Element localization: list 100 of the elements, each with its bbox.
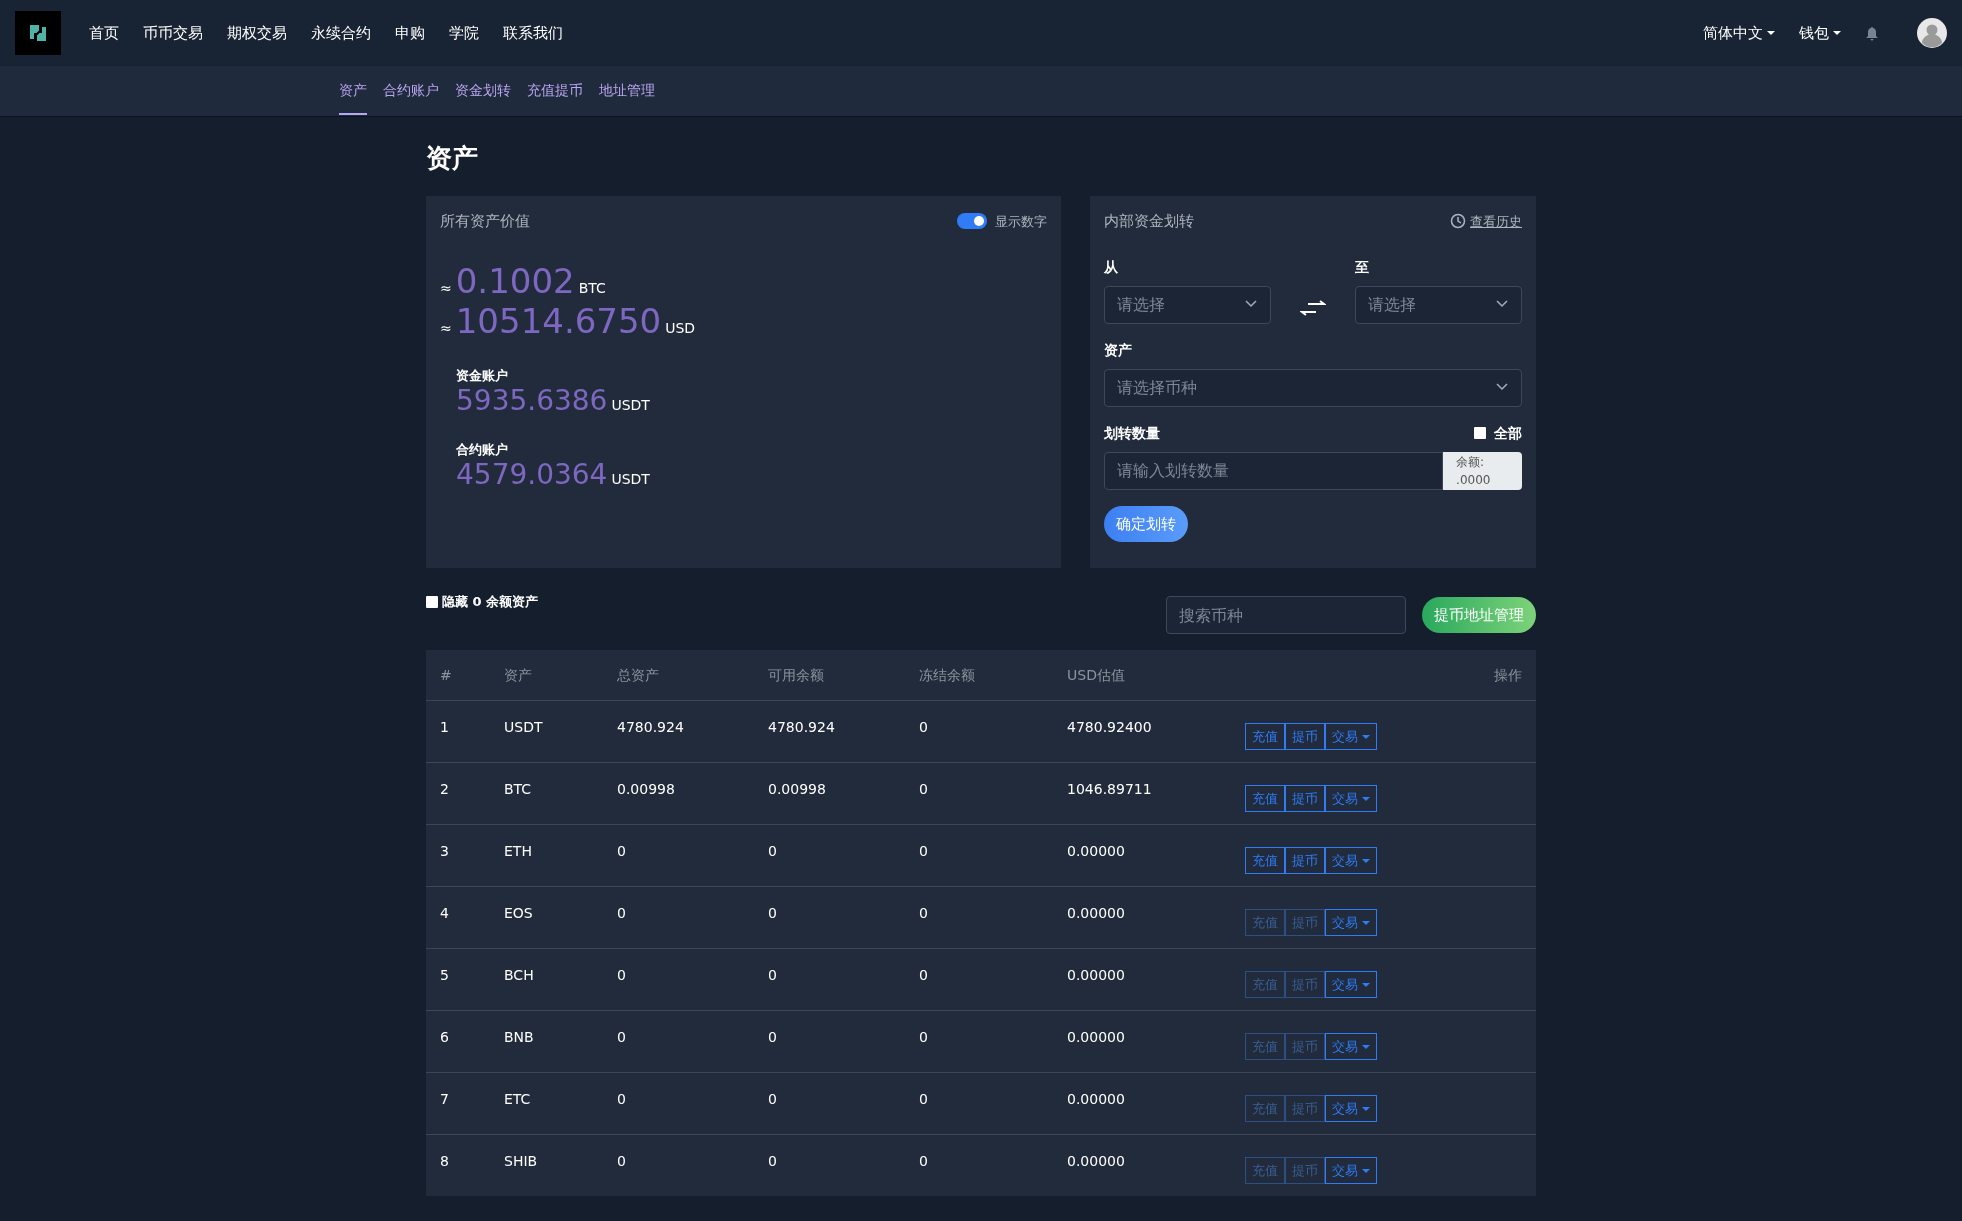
- table-cell: 0.00000: [1067, 905, 1125, 921]
- withdraw-button[interactable]: 提币: [1285, 722, 1325, 751]
- hide-zero-checkbox[interactable]: [426, 595, 438, 608]
- unit-label: USDT: [611, 469, 650, 489]
- trade-dropdown[interactable]: 交易: [1325, 1156, 1377, 1185]
- table-cell: 0: [768, 1153, 777, 1169]
- panel-title: 内部资金划转: [1104, 211, 1194, 232]
- column-header: 可用余额: [768, 666, 824, 683]
- table-cell: 0: [919, 967, 928, 983]
- field-label: 至: [1355, 257, 1370, 277]
- total-value: 10514.6750: [455, 301, 662, 343]
- table-cell: 0: [617, 1153, 626, 1169]
- table-cell: ETH: [504, 843, 532, 859]
- logo-icon[interactable]: [15, 11, 61, 55]
- nav-link[interactable]: 期权交易: [227, 21, 287, 45]
- account-value: 4579.0364: [456, 459, 608, 491]
- confirm-transfer-button[interactable]: 确定划转: [1104, 505, 1188, 542]
- table-cell: 0.00998: [617, 781, 675, 797]
- table-cell: 0: [617, 967, 626, 983]
- address-management-button[interactable]: 提币地址管理: [1422, 596, 1536, 634]
- column-header: 操作: [1494, 666, 1522, 683]
- unit-label: USDT: [611, 395, 650, 415]
- trade-dropdown[interactable]: 交易: [1325, 908, 1377, 937]
- table-cell: 0: [919, 905, 928, 921]
- table-cell: 0: [617, 1029, 626, 1045]
- column-header: USD估值: [1067, 666, 1125, 683]
- asset-select[interactable]: 请选择币种: [1104, 368, 1522, 407]
- table-cell: 1: [440, 719, 449, 735]
- table-cell: 0: [919, 1091, 928, 1107]
- panel-title: 所有资产价值: [440, 211, 530, 232]
- subnav-tab[interactable]: 资金划转: [455, 66, 511, 115]
- page-title: 资产: [426, 142, 479, 175]
- trade-dropdown[interactable]: 交易: [1325, 1032, 1377, 1061]
- balance-label: 余额: .0000: [1443, 451, 1522, 490]
- table-cell: 8: [440, 1153, 449, 1169]
- trade-dropdown[interactable]: 交易: [1325, 722, 1377, 751]
- account-label: 资金账户: [456, 367, 509, 386]
- table-cell: SHIB: [504, 1153, 538, 1169]
- table-cell: ETC: [504, 1091, 531, 1107]
- toggle-switch[interactable]: [957, 213, 987, 230]
- table-cell: 0.00000: [1067, 967, 1125, 983]
- withdraw-button[interactable]: 提币: [1285, 846, 1325, 875]
- deposit-button[interactable]: 充值: [1245, 722, 1285, 751]
- chevron-down-icon: [1245, 299, 1257, 308]
- nav-link[interactable]: 币币交易: [143, 21, 203, 45]
- table-cell: EOS: [504, 905, 533, 921]
- subnav-tab[interactable]: 地址管理: [599, 66, 655, 115]
- trade-dropdown[interactable]: 交易: [1325, 1094, 1377, 1123]
- table-cell: 0: [617, 1091, 626, 1107]
- wallet-dropdown[interactable]: 钱包: [1799, 21, 1841, 45]
- table-cell: 0: [919, 1153, 928, 1169]
- trade-dropdown[interactable]: 交易: [1325, 784, 1377, 813]
- language-dropdown[interactable]: 简体中文: [1703, 21, 1775, 45]
- unit-label: USD: [665, 319, 696, 339]
- table-cell: 0.00000: [1067, 1029, 1125, 1045]
- withdraw-button[interactable]: 提币: [1285, 784, 1325, 813]
- deposit-button[interactable]: 充值: [1245, 784, 1285, 813]
- swap-icon[interactable]: [1300, 299, 1326, 316]
- to-select[interactable]: 请选择: [1355, 285, 1522, 324]
- checkbox-label: 全部: [1494, 423, 1522, 443]
- history-link[interactable]: 查看历史: [1450, 211, 1522, 231]
- table-cell: 6: [440, 1029, 449, 1045]
- trade-dropdown[interactable]: 交易: [1325, 970, 1377, 999]
- table-cell: 4780.92400: [1067, 719, 1152, 735]
- table-cell: 0: [919, 843, 928, 859]
- table-cell: 3: [440, 843, 449, 859]
- table-cell: 0.00998: [768, 781, 826, 797]
- table-cell: 7: [440, 1091, 449, 1107]
- table-cell: 2: [440, 781, 449, 797]
- bell-icon[interactable]: [1865, 25, 1879, 41]
- table-cell: 0.00000: [1067, 843, 1125, 859]
- field-label: 划转数量: [1104, 423, 1160, 443]
- field-label: 从: [1104, 257, 1119, 277]
- subnav-tab[interactable]: 资产: [339, 66, 367, 115]
- nav-link[interactable]: 申购: [395, 21, 425, 45]
- table-cell: 0: [768, 843, 777, 859]
- table-cell: BCH: [504, 967, 534, 983]
- from-select[interactable]: 请选择: [1104, 285, 1271, 324]
- nav-link[interactable]: 永续合约: [311, 21, 371, 45]
- nav-link[interactable]: 首页: [89, 21, 119, 45]
- all-checkbox[interactable]: [1474, 427, 1486, 439]
- search-field[interactable]: 搜索币种: [1166, 596, 1406, 634]
- deposit-button[interactable]: 充值: [1245, 846, 1285, 875]
- avatar-icon[interactable]: [1917, 18, 1947, 48]
- table-cell: 0.00000: [1067, 1153, 1125, 1169]
- nav-link[interactable]: 联系我们: [503, 21, 563, 45]
- account-value: 5935.6386: [456, 385, 608, 417]
- table-cell: 0: [617, 905, 626, 921]
- field-label: 资产: [1104, 340, 1133, 360]
- subnav-tab[interactable]: 充值提币: [527, 66, 583, 115]
- amount-input[interactable]: 请输入划转数量: [1104, 451, 1444, 490]
- table-cell: 0: [768, 1029, 777, 1045]
- column-header: 总资产: [617, 666, 659, 683]
- trade-dropdown[interactable]: 交易: [1325, 846, 1377, 875]
- nav-link[interactable]: 学院: [449, 21, 479, 45]
- subnav-tab[interactable]: 合约账户: [383, 66, 439, 115]
- table-cell: BNB: [504, 1029, 534, 1045]
- chevron-down-icon: [1496, 299, 1508, 308]
- column-header: 资产: [504, 666, 532, 683]
- clock-icon: [1450, 213, 1466, 230]
